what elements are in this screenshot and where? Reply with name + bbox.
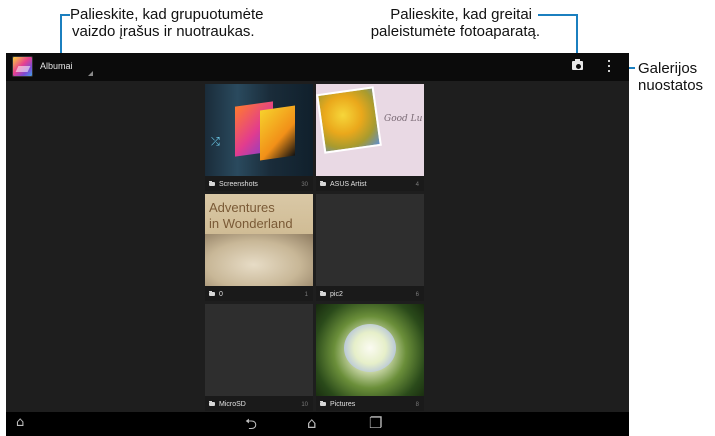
album-tile-pictures[interactable]: Pictures 8 [316, 304, 424, 411]
album-name: Screenshots [219, 181, 258, 188]
system-nav-bar: ⌂ ⮌ ⌂ ❐ [6, 412, 629, 436]
callout-camera-line1: Palieskite, kad greitai [390, 6, 532, 23]
folder-icon [320, 401, 326, 406]
album-label-bar: pic2 6 [316, 286, 424, 301]
albums-spinner-label[interactable]: Albumai [40, 61, 73, 71]
folder-icon [209, 181, 215, 186]
album-thumbnail: Adventures in Wonderland [205, 194, 313, 301]
hydrangea-photo [344, 324, 396, 372]
recent-apps-icon[interactable]: ❐ [369, 414, 382, 432]
thumb-script-text: Good Lu [384, 114, 423, 124]
album-name: MicroSD [219, 401, 246, 408]
album-name: ASUS Artist [330, 181, 367, 188]
overflow-menu-icon[interactable] [608, 60, 611, 73]
callout-settings-line1: Galerijos [638, 60, 698, 77]
back-icon[interactable]: ⮌ [245, 414, 257, 436]
album-tile-microsd[interactable]: MicroSD 10 [205, 304, 313, 411]
callout-camera-line-h [538, 14, 578, 16]
action-bar: Albumai [6, 53, 629, 81]
album-tile-asus-artist[interactable]: Good Lu ASUS Artist 4 [316, 84, 424, 191]
album-thumbnail: ⤮ [205, 84, 313, 191]
book-title-line1: Adventures [209, 200, 275, 215]
callout-albums: Palieskite, kad grupuotumėte vaizdo įraš… [70, 6, 263, 40]
callout-camera-line2: paleistumėte fotoaparatą. [370, 23, 540, 40]
spinner-indicator-icon [88, 71, 93, 76]
folder-icon [209, 291, 215, 296]
folder-icon [320, 181, 326, 186]
album-label-bar: 0 1 [205, 286, 313, 301]
folder-icon [209, 401, 215, 406]
callout-camera: Palieskite, kad greitai paleistumėte fot… [368, 6, 540, 40]
album-thumbnail [316, 304, 424, 411]
album-count: 8 [415, 402, 419, 408]
book-illustration [205, 234, 313, 290]
album-thumbnail: Good Lu [316, 84, 424, 191]
album-count: 6 [415, 292, 419, 298]
callout-camera-line-v [576, 14, 578, 58]
callout-albums-line2: vaizdo įrašus ir nuotraukas. [72, 23, 255, 40]
callout-settings: Galerijos nuostatos [638, 60, 703, 94]
album-label-bar: Pictures 8 [316, 396, 424, 411]
album-count: 10 [301, 402, 308, 408]
album-label-bar: ASUS Artist 4 [316, 176, 424, 191]
gallery-screen: Albumai ⤮ Screenshots 30 Good Lu ASUS Ar… [6, 53, 629, 436]
album-count: 30 [301, 182, 308, 188]
camera-icon[interactable] [572, 59, 583, 70]
album-label-bar: Screenshots 30 [205, 176, 313, 191]
tulip-photo [316, 86, 382, 154]
thumb-card [260, 105, 295, 161]
album-tile-0[interactable]: Adventures in Wonderland 0 1 [205, 194, 313, 301]
album-name: Pictures [330, 401, 356, 408]
album-name: 0 [219, 291, 223, 298]
album-count: 1 [304, 292, 308, 298]
home-icon[interactable]: ⌂ [16, 415, 24, 430]
album-count: 4 [415, 182, 419, 188]
folder-icon [320, 291, 326, 296]
home-button-icon[interactable]: ⌂ [307, 414, 317, 432]
shuffle-icon: ⤮ [211, 136, 220, 148]
gallery-app-icon[interactable] [12, 56, 33, 77]
callout-albums-line1: Palieskite, kad grupuotumėte [70, 6, 264, 23]
album-tile-pic2[interactable]: pic2 6 [316, 194, 424, 301]
book-title-line2: in Wonderland [209, 216, 293, 231]
callout-settings-line2: nuostatos [638, 77, 704, 94]
callout-albums-line-v [60, 14, 62, 57]
album-name: pic2 [330, 291, 343, 298]
album-label-bar: MicroSD 10 [205, 396, 313, 411]
album-tile-screenshots[interactable]: ⤮ Screenshots 30 [205, 84, 313, 191]
